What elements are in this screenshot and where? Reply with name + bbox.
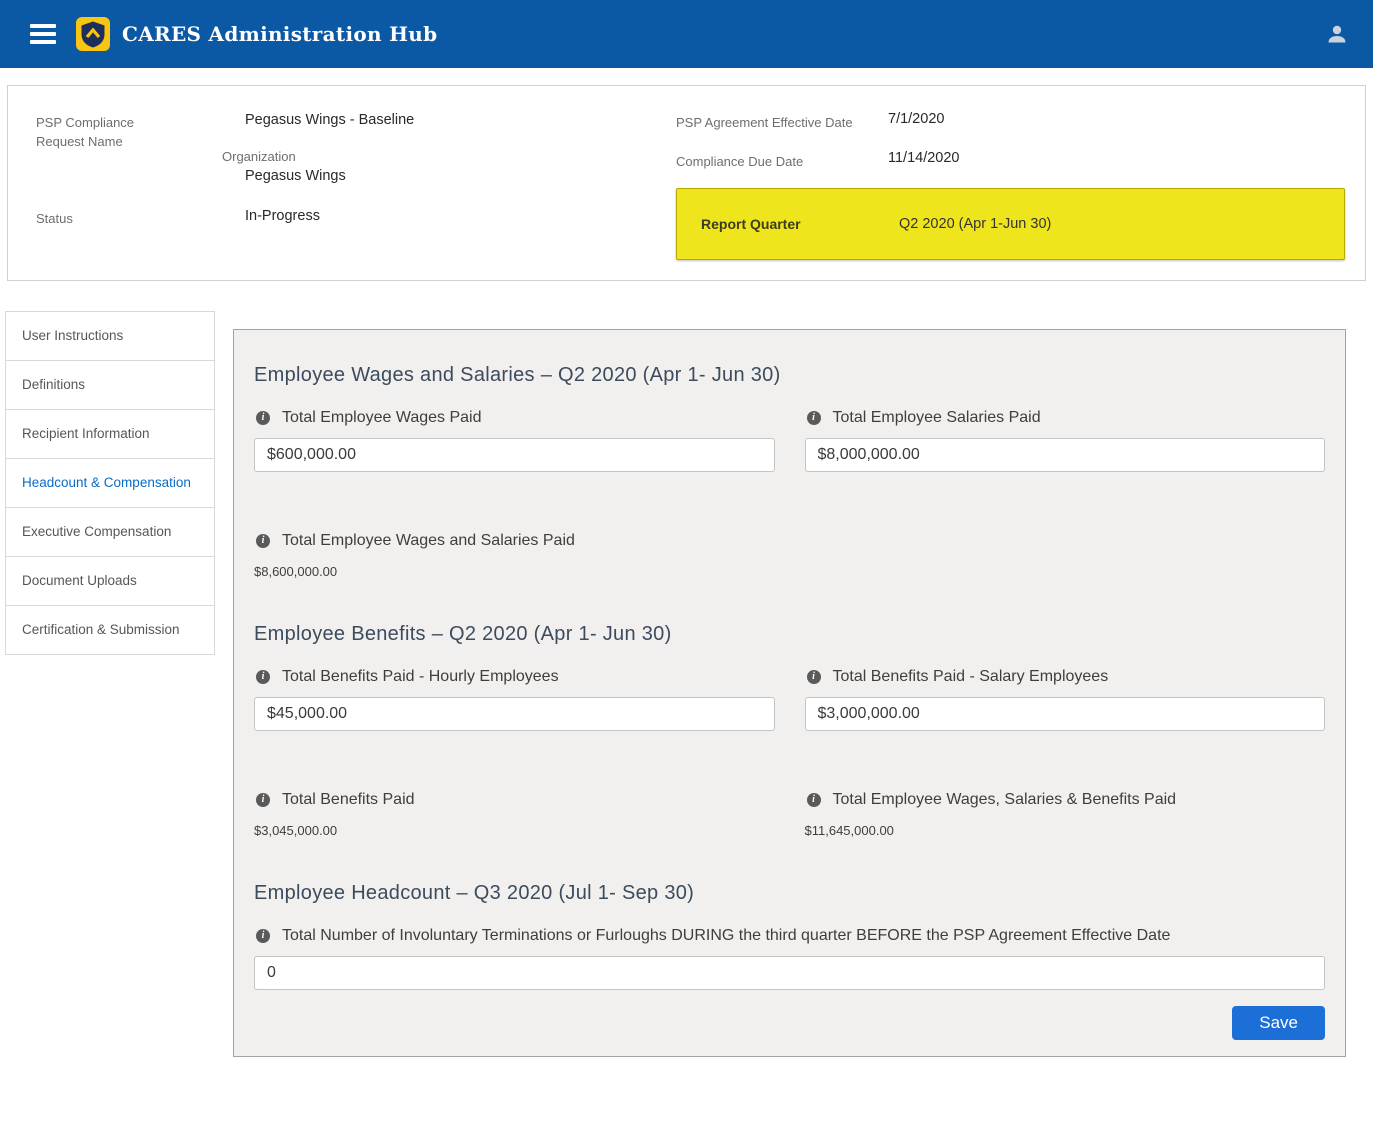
request-name-label: PSP Compliance Request Name	[36, 110, 186, 184]
organization-value: Pegasus Wings	[245, 168, 414, 184]
terminations-label-row: Total Number of Involuntary Terminations…	[254, 925, 1325, 947]
info-icon[interactable]	[807, 411, 821, 425]
hamburger-menu-icon[interactable]	[30, 24, 56, 44]
salary-benefits-input[interactable]	[805, 697, 1326, 731]
total-salaries-input[interactable]	[805, 438, 1326, 472]
total-wages-input[interactable]	[254, 438, 775, 472]
effective-date-value: 7/1/2020	[888, 110, 944, 132]
benefits-totals-row: Total Benefits Paid $3,045,000.00 Total …	[254, 789, 1325, 838]
effective-date-row: PSP Agreement Effective Date 7/1/2020	[676, 110, 1345, 132]
compliance-summary-card: PSP Compliance Request Name Pegasus Wing…	[7, 85, 1366, 281]
save-row: Save	[254, 1006, 1325, 1040]
user-avatar-icon[interactable]	[1325, 22, 1349, 46]
info-icon[interactable]	[807, 670, 821, 684]
info-icon[interactable]	[256, 929, 270, 943]
status-badge: In-Progress	[245, 206, 320, 226]
save-button[interactable]: Save	[1232, 1006, 1325, 1040]
headcount-section-heading: Employee Headcount – Q3 2020 (Jul 1- Sep…	[254, 882, 1325, 905]
total-benefits-label: Total Benefits Paid	[282, 789, 415, 811]
total-salaries-label-row: Total Employee Salaries Paid	[805, 407, 1326, 429]
wages-field-grid: Total Employee Wages Paid Total Employee…	[254, 407, 1325, 472]
benefits-section-heading: Employee Benefits – Q2 2020 (Apr 1- Jun …	[254, 623, 1325, 646]
hourly-benefits-field: Total Benefits Paid - Hourly Employees	[254, 666, 775, 731]
hourly-benefits-input[interactable]	[254, 697, 775, 731]
shield-logo-icon	[76, 17, 110, 51]
wages-salaries-total-label-row: Total Employee Wages and Salaries Paid	[254, 530, 775, 552]
request-name-values: Pegasus Wings - Baseline Organization Pe…	[222, 110, 414, 184]
status-row: Status In-Progress	[36, 206, 676, 228]
app-title: CARES Administration Hub	[122, 22, 437, 46]
total-wages-field: Total Employee Wages Paid	[254, 407, 775, 472]
request-name-value: Pegasus Wings - Baseline	[245, 110, 414, 130]
total-benefits-value: $3,045,000.00	[254, 823, 775, 838]
sidebar-item-executive-compensation[interactable]: Executive Compensation	[5, 507, 215, 557]
total-wages-label: Total Employee Wages Paid	[282, 407, 482, 429]
report-quarter-value: Q2 2020 (Apr 1-Jun 30)	[899, 216, 1051, 232]
due-date-label: Compliance Due Date	[676, 149, 888, 171]
wages-salaries-total-field: Total Employee Wages and Salaries Paid $…	[254, 530, 775, 579]
wages-section-heading: Employee Wages and Salaries – Q2 2020 (A…	[254, 364, 1325, 387]
top-navbar: CARES Administration Hub	[0, 0, 1373, 68]
request-name-row: PSP Compliance Request Name Pegasus Wing…	[36, 110, 676, 184]
hourly-benefits-label: Total Benefits Paid - Hourly Employees	[282, 666, 559, 688]
terminations-label: Total Number of Involuntary Terminations…	[282, 925, 1170, 947]
sidebar-item-headcount-compensation[interactable]: Headcount & Compensation	[5, 458, 215, 508]
total-benefits-label-row: Total Benefits Paid	[254, 789, 775, 811]
info-icon[interactable]	[256, 670, 270, 684]
report-quarter-label: Report Quarter	[701, 216, 899, 232]
due-date-row: Compliance Due Date 11/14/2020	[676, 149, 1345, 171]
effective-date-label: PSP Agreement Effective Date	[676, 110, 888, 132]
sidebar-item-definitions[interactable]: Definitions	[5, 360, 215, 410]
total-wages-label-row: Total Employee Wages Paid	[254, 407, 775, 429]
status-label: Status	[36, 206, 222, 228]
terminations-input[interactable]	[254, 956, 1325, 990]
info-icon[interactable]	[256, 534, 270, 548]
sidebar-item-document-uploads[interactable]: Document Uploads	[5, 556, 215, 606]
benefits-field-grid: Total Benefits Paid - Hourly Employees T…	[254, 666, 1325, 731]
content-area: User Instructions Definitions Recipient …	[0, 281, 1373, 1102]
salary-benefits-label-row: Total Benefits Paid - Salary Employees	[805, 666, 1326, 688]
sidebar-item-recipient-information[interactable]: Recipient Information	[5, 409, 215, 459]
headcount-compensation-form-panel: Employee Wages and Salaries – Q2 2020 (A…	[233, 329, 1346, 1057]
total-salaries-label: Total Employee Salaries Paid	[833, 407, 1041, 429]
report-quarter-highlight: Report Quarter Q2 2020 (Apr 1-Jun 30)	[676, 188, 1345, 260]
section-nav-sidebar: User Instructions Definitions Recipient …	[5, 311, 215, 655]
info-icon[interactable]	[807, 793, 821, 807]
organization-label: Organization	[222, 149, 414, 164]
sidebar-item-user-instructions[interactable]: User Instructions	[5, 311, 215, 361]
info-icon[interactable]	[256, 793, 270, 807]
grand-total-label-row: Total Employee Wages, Salaries & Benefit…	[805, 789, 1326, 811]
salary-benefits-label: Total Benefits Paid - Salary Employees	[833, 666, 1109, 688]
terminations-field: Total Number of Involuntary Terminations…	[254, 925, 1325, 990]
info-icon[interactable]	[256, 411, 270, 425]
wages-total-row: Total Employee Wages and Salaries Paid $…	[254, 530, 1325, 579]
grand-total-value: $11,645,000.00	[805, 823, 1326, 838]
total-salaries-field: Total Employee Salaries Paid	[805, 407, 1326, 472]
salary-benefits-field: Total Benefits Paid - Salary Employees	[805, 666, 1326, 731]
sidebar-item-certification-submission[interactable]: Certification & Submission	[5, 605, 215, 655]
wages-salaries-total-value: $8,600,000.00	[254, 564, 775, 579]
summary-left-column: PSP Compliance Request Name Pegasus Wing…	[36, 110, 676, 260]
due-date-value: 11/14/2020	[888, 149, 960, 171]
hourly-benefits-label-row: Total Benefits Paid - Hourly Employees	[254, 666, 775, 688]
total-benefits-field: Total Benefits Paid $3,045,000.00	[254, 789, 775, 838]
grand-total-label: Total Employee Wages, Salaries & Benefit…	[833, 789, 1177, 811]
wages-salaries-total-label: Total Employee Wages and Salaries Paid	[282, 530, 575, 552]
summary-right-column: PSP Agreement Effective Date 7/1/2020 Co…	[676, 110, 1345, 260]
grand-total-field: Total Employee Wages, Salaries & Benefit…	[805, 789, 1326, 838]
